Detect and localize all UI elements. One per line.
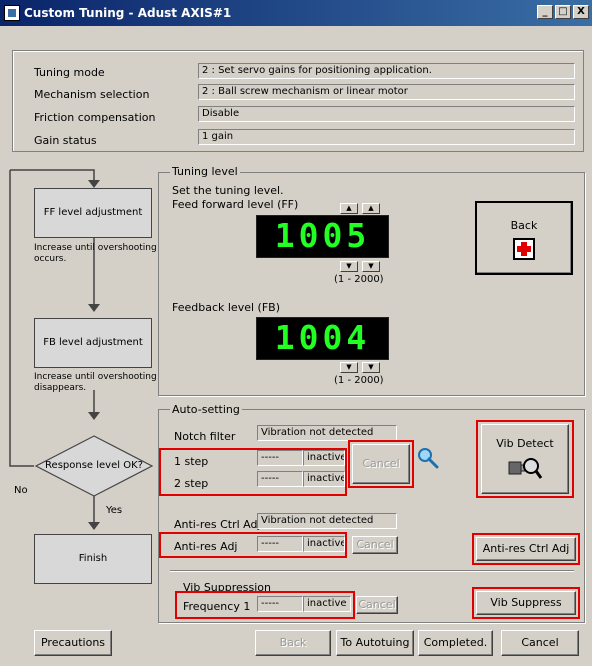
back-level-label: Back <box>510 219 538 232</box>
step1-value: ----- <box>257 450 303 466</box>
mechanism-label: Mechanism selection <box>34 88 150 101</box>
red-cross-icon <box>513 238 535 260</box>
finish-box: Finish <box>34 534 152 584</box>
minimize-button[interactable]: _ <box>537 5 553 19</box>
frequency-label: Frequency 1 <box>183 600 251 613</box>
auto-setting-title: Auto-setting <box>170 403 242 416</box>
friction-field: Disable <box>198 106 575 122</box>
fb-note: Increase until overshooting disappears. <box>34 372 157 393</box>
ff-level-display: 1005 <box>256 215 389 258</box>
vibration-sensor-icon <box>508 458 543 479</box>
notch-status-field: Vibration not detected <box>257 425 397 441</box>
tuning-mode-field: 2 : Set servo gains for positioning appl… <box>198 63 575 79</box>
vib-detect-label: Vib Detect <box>496 437 554 450</box>
vib-suppress-button[interactable]: Vib Suppress <box>476 591 576 615</box>
title-bar: Custom Tuning - Adust AXIS#1 _ □ X <box>0 0 592 26</box>
cancel-button[interactable]: Cancel <box>501 630 579 656</box>
frequency-value: ----- <box>257 596 303 612</box>
decision-text: Response level OK? <box>45 460 143 471</box>
search-icon[interactable] <box>416 446 440 470</box>
ff-up-fine-button[interactable]: ▲ <box>362 203 380 214</box>
ff-down-fine-button[interactable]: ▼ <box>362 261 380 272</box>
vib-cancel-button[interactable]: Cancel <box>356 596 398 614</box>
ff-range: (1 - 2000) <box>334 274 384 285</box>
friction-label: Friction compensation <box>34 111 156 124</box>
ff-down-coarse-button[interactable]: ▼ <box>340 261 358 272</box>
gain-status-field: 1 gain <box>198 129 575 145</box>
app-icon <box>4 5 20 21</box>
antires-adj-label: Anti-res Adj <box>174 540 238 553</box>
fb-level-display: 1004 <box>256 317 389 360</box>
mechanism-field: 2 : Ball screw mechanism or linear motor <box>198 84 575 100</box>
maximize-button[interactable]: □ <box>555 5 571 19</box>
antires-ctrl-adj-button[interactable]: Anti-res Ctrl Adj <box>476 537 576 561</box>
fb-level-label: Feedback level (FB) <box>172 301 280 314</box>
tuning-level-title: Tuning level <box>170 165 240 178</box>
frequency-state: inactive <box>303 596 351 612</box>
antires-status-field: Vibration not detected <box>257 513 397 529</box>
window-title: Custom Tuning - Adust AXIS#1 <box>24 6 232 20</box>
step2-value: ----- <box>257 471 303 487</box>
antires-cancel-button[interactable]: Cancel <box>352 536 398 554</box>
precautions-button[interactable]: Precautions <box>34 630 112 656</box>
ff-up-coarse-button[interactable]: ▲ <box>340 203 358 214</box>
gain-status-label: Gain status <box>34 134 97 147</box>
vib-detect-button[interactable]: Vib Detect <box>481 424 569 494</box>
yes-label: Yes <box>106 505 123 516</box>
divider <box>170 570 574 572</box>
fb-down-coarse-button[interactable]: ▼ <box>340 362 358 373</box>
completed-button[interactable]: Completed. <box>418 630 493 656</box>
ff-level-label: Feed forward level (FF) <box>172 198 299 211</box>
fb-adjustment-box: FB level adjustment <box>34 318 152 368</box>
tuning-instruction: Set the tuning level. <box>172 184 284 197</box>
antires-ctrl-label: Anti-res Ctrl Adj <box>174 518 261 531</box>
ff-adjustment-box: FF level adjustment <box>34 188 152 238</box>
fb-range: (1 - 2000) <box>334 375 384 386</box>
step1-state: inactive <box>303 450 345 466</box>
ff-note: Increase until overshooting occurs. <box>34 243 157 264</box>
step2-label: 2 step <box>174 477 209 490</box>
notch-cancel-button[interactable]: Cancel <box>352 444 410 484</box>
antires-adj-state: inactive <box>303 536 345 552</box>
back-level-button[interactable]: Back <box>475 201 573 275</box>
no-label: No <box>14 485 28 496</box>
back-button[interactable]: Back <box>255 630 331 656</box>
notch-filter-label: Notch filter <box>174 430 236 443</box>
tuning-mode-label: Tuning mode <box>34 66 105 79</box>
fb-down-fine-button[interactable]: ▼ <box>362 362 380 373</box>
to-autotuning-button[interactable]: To Autotuing <box>336 630 414 656</box>
close-button[interactable]: X <box>573 5 589 19</box>
step1-label: 1 step <box>174 455 209 468</box>
step2-state: inactive <box>303 471 345 487</box>
antires-adj-value: ----- <box>257 536 303 552</box>
